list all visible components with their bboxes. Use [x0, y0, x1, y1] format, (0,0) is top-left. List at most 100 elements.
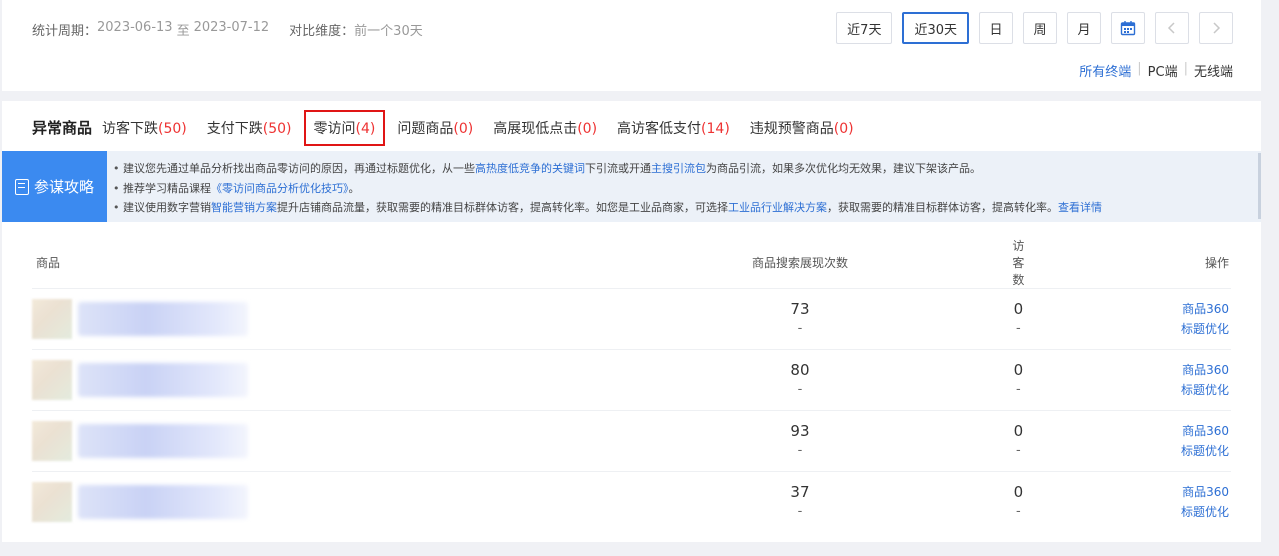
tab-count: (4) — [355, 120, 376, 137]
impressions-cell: 73 - — [587, 288, 1013, 350]
visitors-cell: 0- — [1012, 288, 1025, 350]
actions-cell: 商品360 标题优化 — [1024, 410, 1231, 472]
advice-text: ，获取需要的精准目标群体访客，提高转化率。 — [827, 201, 1058, 214]
view-details-link[interactable]: 查看详情 — [1058, 201, 1102, 214]
tab-label: 零访问 — [313, 120, 356, 137]
abnormal-tabs: 异常商品 访客下跌(50) 支付下跌(50) 零访问(4) 问题商品(0) 高展… — [32, 109, 874, 146]
products-table: 商品 商品搜索展现次数 访客数 操作 73- 0- 商品360 标题优化 80- … — [32, 237, 1231, 533]
tab-violation-warning[interactable]: 违规预警商品(0) — [750, 118, 854, 138]
range-30d-button[interactable]: 近30天 — [902, 12, 969, 44]
advice-scrollbar[interactable] — [1258, 153, 1261, 219]
visitors-change: - — [1015, 504, 1021, 520]
table-header-row: 商品 商品搜索展现次数 访客数 操作 — [32, 237, 1231, 289]
product-thumbnail[interactable] — [32, 299, 72, 339]
product-title-blurred[interactable] — [78, 302, 248, 336]
product-cell — [32, 410, 588, 472]
product-360-link[interactable]: 商品360 — [1024, 482, 1229, 502]
table-row: 37- 0- 商品360 标题优化 — [32, 471, 1231, 533]
tab-payment-drop[interactable]: 支付下跌(50) — [207, 118, 292, 138]
impressions-value: 93 — [790, 422, 810, 440]
product-360-link[interactable]: 商品360 — [1024, 421, 1229, 441]
advice-text: 提升店铺商品流量，获取需要的精准目标群体访客，提高转化率。如您是工业品商家，可选… — [277, 201, 728, 214]
hot-keywords-link[interactable]: 高热度低竞争的关键词 — [475, 162, 585, 175]
actions-cell: 商品360 标题优化 — [1024, 349, 1231, 411]
search-traffic-pack-link[interactable]: 主搜引流包 — [651, 162, 706, 175]
tab-zero-visits[interactable]: 零访问(4) — [303, 109, 386, 146]
advice-badge: 参谋攻略 — [2, 151, 107, 222]
tab-problem-products[interactable]: 问题商品(0) — [397, 118, 473, 138]
smart-marketing-link[interactable]: 智能营销方案 — [211, 201, 277, 214]
visitors-cell: 0- — [1012, 410, 1025, 472]
impressions-change: - — [797, 321, 803, 336]
chevron-right-icon — [1211, 21, 1221, 35]
title-optimize-link[interactable]: 标题优化 — [1024, 380, 1229, 400]
calendar-button[interactable] — [1111, 12, 1145, 44]
abnormal-products-panel: 异常商品 访客下跌(50) 支付下跌(50) 零访问(4) 问题商品(0) 高展… — [2, 101, 1261, 542]
tab-label: 高展现低点击 — [493, 120, 578, 137]
tab-count: (50) — [262, 120, 292, 137]
range-selector: 近7天 近30天 日 周 月 — [836, 12, 1233, 44]
tab-count: (0) — [577, 120, 598, 137]
range-week-button[interactable]: 周 — [1023, 12, 1057, 44]
tab-label: 访客下跌 — [102, 120, 159, 137]
impressions-value: 73 — [790, 300, 810, 318]
terminal-pc[interactable]: PC端 — [1148, 61, 1178, 80]
terminal-selector: 所有终端 | PC端 | 无线端 — [1079, 61, 1233, 80]
advice-text: 下引流或开通 — [585, 162, 651, 175]
tab-count: (0) — [833, 120, 854, 137]
visitors-change: - — [1015, 321, 1021, 336]
tab-visitor-drop[interactable]: 访客下跌(50) — [102, 118, 187, 138]
title-optimize-link[interactable]: 标题优化 — [1024, 441, 1229, 461]
product-cell — [32, 288, 588, 350]
product-thumbnail[interactable] — [32, 360, 72, 400]
product-360-link[interactable]: 商品360 — [1024, 299, 1229, 319]
visitors-value: 0 — [1013, 422, 1024, 440]
title-optimize-link[interactable]: 标题优化 — [1024, 502, 1229, 522]
tab-label: 违规预警商品 — [749, 120, 834, 137]
compare-label: 对比维度： — [289, 24, 355, 39]
tab-high-impression-low-click[interactable]: 高展现低点击(0) — [493, 118, 597, 138]
advice-item: 建议您先通过单品分析找出商品零访问的原因，再通过标题优化，从一些高热度低竞争的关… — [113, 159, 1102, 179]
advice-list: 建议您先通过单品分析找出商品零访问的原因，再通过标题优化，从一些高热度低竞争的关… — [107, 151, 1102, 222]
impressions-cell: 80 - — [587, 349, 1013, 411]
advice-box: 参谋攻略 建议您先通过单品分析找出商品零访问的原因，再通过标题优化，从一些高热度… — [2, 151, 1261, 222]
period-start: 2023-06-13 — [97, 20, 173, 35]
table-row: 73- 0- 商品360 标题优化 — [32, 288, 1231, 350]
terminal-all[interactable]: 所有终端 — [1079, 61, 1131, 80]
tab-high-visitor-low-payment[interactable]: 高访客低支付(14) — [617, 118, 730, 138]
product-title-blurred[interactable] — [78, 485, 248, 520]
range-day-button[interactable]: 日 — [979, 12, 1013, 44]
prev-period-button[interactable] — [1155, 12, 1189, 44]
period-separator: 至 — [176, 24, 190, 39]
period-info: 统计周期： 2023-06-13 至 2023-07-12 对比维度： 前一个3… — [32, 20, 423, 39]
product-cell — [32, 471, 588, 533]
industrial-solution-link[interactable]: 工业品行业解决方案 — [728, 201, 827, 214]
product-thumbnail[interactable] — [32, 421, 72, 461]
calendar-icon — [1120, 20, 1136, 36]
period-label: 统计周期： — [32, 24, 98, 39]
advice-badge-label: 参谋攻略 — [33, 178, 94, 196]
visitors-value: 0 — [1013, 300, 1024, 318]
impressions-change: - — [797, 443, 803, 458]
advice-text: 建议使用数字营销 — [123, 201, 211, 214]
range-7d-button[interactable]: 近7天 — [836, 12, 893, 44]
next-period-button[interactable] — [1199, 12, 1233, 44]
range-month-button[interactable]: 月 — [1067, 12, 1101, 44]
chevron-left-icon — [1167, 21, 1177, 35]
visitors-cell: 0- — [1012, 349, 1025, 411]
product-360-link[interactable]: 商品360 — [1024, 360, 1229, 380]
column-header-impressions: 商品搜索展现次数 — [751, 256, 848, 270]
course-link[interactable]: 《零访问商品分析优化技巧》 — [211, 182, 349, 195]
visitors-cell: 0- — [1012, 471, 1025, 533]
column-header-product: 商品 — [36, 256, 61, 270]
actions-cell: 商品360 标题优化 — [1024, 288, 1231, 350]
product-title-blurred[interactable] — [78, 363, 248, 397]
table-row: 80- 0- 商品360 标题优化 — [32, 349, 1231, 411]
product-title-blurred[interactable] — [78, 424, 248, 458]
product-thumbnail[interactable] — [32, 482, 72, 523]
terminal-wireless[interactable]: 无线端 — [1194, 61, 1233, 80]
filter-bar: 统计周期： 2023-06-13 至 2023-07-12 对比维度： 前一个3… — [2, 0, 1261, 91]
title-optimize-link[interactable]: 标题优化 — [1024, 319, 1229, 339]
visitors-value: 0 — [1013, 361, 1024, 379]
advice-text: 推荐学习精品课程 — [123, 181, 211, 195]
